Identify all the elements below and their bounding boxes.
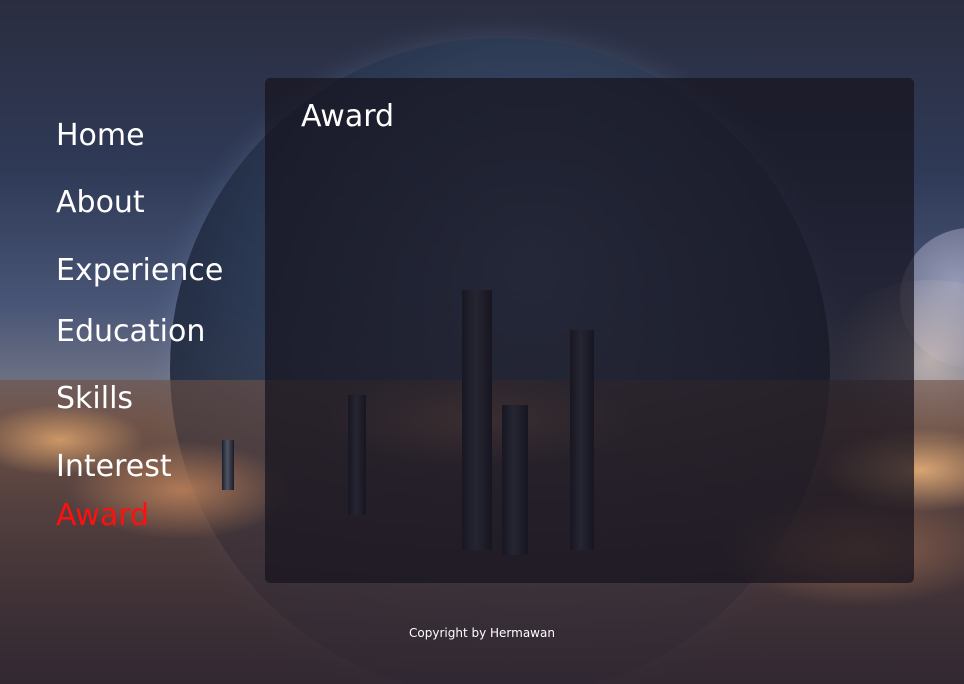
content-panel: Award: [265, 78, 914, 583]
nav-item-about[interactable]: About: [56, 185, 145, 221]
tower-illustration: [222, 440, 234, 490]
nav-item-award[interactable]: Award: [56, 498, 149, 534]
nav-item-interest[interactable]: Interest: [56, 449, 172, 485]
nav-item-home[interactable]: Home: [56, 118, 145, 154]
nav-item-skills[interactable]: Skills: [56, 381, 133, 417]
panel-title: Award: [301, 99, 395, 134]
nav-item-education[interactable]: Education: [56, 314, 205, 350]
nav-item-experience[interactable]: Experience: [56, 253, 223, 289]
footer-copyright: Copyright by Hermawan: [409, 626, 555, 640]
